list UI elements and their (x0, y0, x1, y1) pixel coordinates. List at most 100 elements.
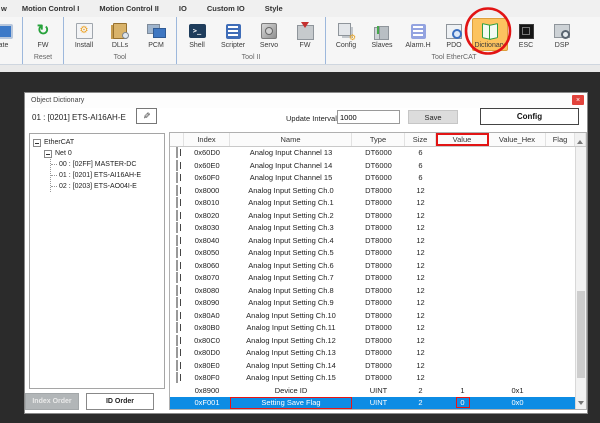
toolbar-button-config[interactable]: Config (328, 18, 364, 51)
toolbar-button-dlls[interactable]: DLLs (102, 18, 138, 51)
expand-icon[interactable] (176, 322, 178, 334)
name-cell: Analog Input Setting Ch.5 (248, 248, 334, 258)
table-row-0x80a0[interactable]: 0x80A0 Analog Input Setting Ch.10 DT8000 12 (170, 309, 586, 323)
expand-icon[interactable] (176, 197, 178, 209)
tree-item-net-0[interactable]: Net 0 (44, 148, 164, 159)
expand-icon[interactable] (176, 234, 178, 246)
table-row-0x8070[interactable]: 0x8070 Analog Input Setting Ch.7 DT8000 12 (170, 272, 586, 285)
collapse-icon[interactable] (44, 149, 52, 158)
expand-icon[interactable] (176, 359, 178, 371)
toolbar-button-scripter[interactable]: Scripter (215, 18, 251, 51)
table-row-0x80c0[interactable]: 0x80C0 Analog Input Setting Ch.12 DT8000 12 (170, 334, 586, 348)
object-table: Index Name Type Size Value Value_Hex Flag 0x60… (169, 132, 587, 410)
toolbar-button-fw[interactable]: FW (287, 18, 323, 51)
expand-icon[interactable] (176, 284, 178, 296)
toolbar-button-pdo[interactable]: PDO (436, 18, 472, 51)
toolbar-button-fw[interactable]: FW (25, 18, 61, 51)
expand-icon[interactable] (176, 184, 178, 196)
expand-icon[interactable] (176, 209, 178, 221)
ribbon-tab-io[interactable]: IO (169, 4, 197, 13)
toolbar-button-label: Config (335, 42, 357, 49)
toolbar-button-label: FW (37, 42, 49, 49)
expand-icon[interactable] (176, 334, 178, 346)
tree-item-ethercat[interactable]: EtherCAT (33, 137, 164, 148)
expand-icon[interactable] (176, 222, 178, 234)
toolbar-button-dsp[interactable]: DSP (544, 18, 580, 51)
index-cell: 0x8900 (194, 385, 220, 395)
esc-icon (515, 21, 537, 41)
toolbar-button-dictionary[interactable]: Dictionary (472, 18, 508, 51)
toolbar-button-esc[interactable]: ESC (508, 18, 544, 51)
expand-icon[interactable] (176, 159, 178, 171)
table-row-0x8000[interactable]: 0x8000 Analog Input Setting Ch.0 DT8000 12 (170, 184, 586, 198)
collapse-icon[interactable] (33, 138, 41, 147)
tree-item-00-02ff-master-dc[interactable]: 00 : [02FF] MASTER-DC (51, 159, 164, 170)
dictionary-icon (479, 21, 501, 41)
tree-item-01-0201-ets-ai16ah-e[interactable]: 01 : [0201] ETS-AI16AH-E (51, 170, 164, 181)
index-cell: 0x80E0 (194, 360, 220, 370)
table-row-0x80f0[interactable]: 0x80F0 Analog Input Setting Ch.15 DT8000 12 (170, 372, 586, 385)
expand-icon[interactable] (176, 347, 178, 359)
table-row-0x8060[interactable]: 0x8060 Analog Input Setting Ch.6 DT8000 12 (170, 259, 586, 273)
scrollbar-thumb[interactable] (577, 291, 585, 378)
ribbon-group-tool: Install DLLs PCM Tool (63, 17, 176, 64)
alarm-history-icon (407, 21, 429, 41)
ribbon-tab-motion-control-i[interactable]: Motion Control I (12, 4, 89, 13)
toolbar-button-pcm[interactable]: PCM (138, 18, 174, 51)
table-row-0x8040[interactable]: 0x8040 Analog Input Setting Ch.4 DT8000 12 (170, 234, 586, 248)
toolbar-button-install[interactable]: Install (66, 18, 102, 51)
toolbar-button-label: DSP (554, 42, 570, 49)
table-row-0x8900[interactable]: 0x8900 Device ID UINT 2 1 0x1 (170, 385, 586, 398)
name-cell: Analog Input Setting Ch.3 (248, 223, 334, 233)
save-button[interactable]: Save (408, 110, 458, 124)
table-row-0x8010[interactable]: 0x8010 Analog Input Setting Ch.1 DT8000 12 (170, 197, 586, 210)
table-row-0x60f0[interactable]: 0x60F0 Analog Input Channel 15 DT6000 6 (170, 172, 586, 185)
expand-icon[interactable] (176, 147, 178, 159)
size-cell: 12 (416, 185, 425, 195)
table-row-0x60d0[interactable]: 0x60D0 Analog Input Channel 13 DT6000 6 (170, 147, 586, 160)
expand-icon[interactable] (176, 172, 178, 184)
expand-icon[interactable] (176, 247, 178, 259)
config-button[interactable]: Config (480, 108, 579, 125)
table-row-0x80d0[interactable]: 0x80D0 Analog Input Setting Ch.13 DT8000 12 (170, 347, 586, 360)
toolbar-button-ate[interactable]: ate (0, 18, 20, 51)
dialog-titlebar[interactable]: Object Dictionary (25, 93, 587, 108)
toolbar-button-slaves[interactable]: Slaves (364, 18, 400, 51)
index-order-button[interactable]: Index Order (25, 393, 79, 410)
ribbon-tab-custom-io[interactable]: Custom IO (197, 4, 255, 13)
table-row-0x60e0[interactable]: 0x60E0 Analog Input Channel 14 DT6000 6 (170, 159, 586, 173)
expand-icon[interactable] (176, 309, 178, 321)
toolbar-button-servo[interactable]: Servo (251, 18, 287, 51)
ribbon-tab-style[interactable]: Style (255, 4, 293, 13)
close-icon[interactable] (572, 95, 584, 105)
name-cell: Analog Input Setting Ch.2 (248, 210, 334, 220)
expand-icon[interactable] (176, 272, 178, 284)
expand-icon[interactable] (176, 259, 178, 271)
edit-device-button[interactable] (136, 108, 157, 124)
table-row-0x80b0[interactable]: 0x80B0 Analog Input Setting Ch.11 DT8000 12 (170, 322, 586, 335)
toolbar-button-alarm-h[interactable]: Alarm.H (400, 18, 436, 51)
expand-icon[interactable] (176, 372, 178, 384)
name-cell: Analog Input Setting Ch.8 (248, 285, 334, 295)
tree-item-02-0203-ets-ao04i-e[interactable]: 02 : [0203] ETS-AO04I-E (51, 181, 164, 192)
table-row-0x8050[interactable]: 0x8050 Analog Input Setting Ch.5 DT8000 12 (170, 247, 586, 260)
table-row-0x8030[interactable]: 0x8030 Analog Input Setting Ch.3 DT8000 12 (170, 222, 586, 235)
scroll-up-icon[interactable] (575, 133, 586, 146)
update-interval-input[interactable] (337, 110, 400, 124)
table-row-0x80e0[interactable]: 0x80E0 Analog Input Setting Ch.14 DT8000 12 (170, 359, 586, 373)
expander-cell (170, 184, 184, 197)
ribbon-tab-w[interactable]: w (0, 4, 12, 13)
table-row-0x8090[interactable]: 0x8090 Analog Input Setting Ch.9 DT8000 12 (170, 297, 586, 310)
toolbar-button-label: Scripter (220, 42, 246, 49)
table-row-0x8080[interactable]: 0x8080 Analog Input Setting Ch.8 DT8000 12 (170, 284, 586, 298)
update-icon (0, 21, 15, 41)
id-order-button[interactable]: ID Order (86, 393, 154, 410)
ribbon-tab-motion-control-ii[interactable]: Motion Control II (89, 4, 169, 13)
table-row-0xf001[interactable]: 0xF001 Setting Save Flag UINT 2 0 0x0 (170, 397, 586, 409)
index-cell: 0x60F0 (194, 173, 220, 183)
table-row-0x8020[interactable]: 0x8020 Analog Input Setting Ch.2 DT8000 12 (170, 209, 586, 223)
toolbar-button-shell[interactable]: Shell (179, 18, 215, 51)
vertical-scrollbar[interactable] (575, 147, 586, 409)
expand-icon[interactable] (176, 297, 178, 309)
scroll-down-icon[interactable] (576, 397, 586, 409)
